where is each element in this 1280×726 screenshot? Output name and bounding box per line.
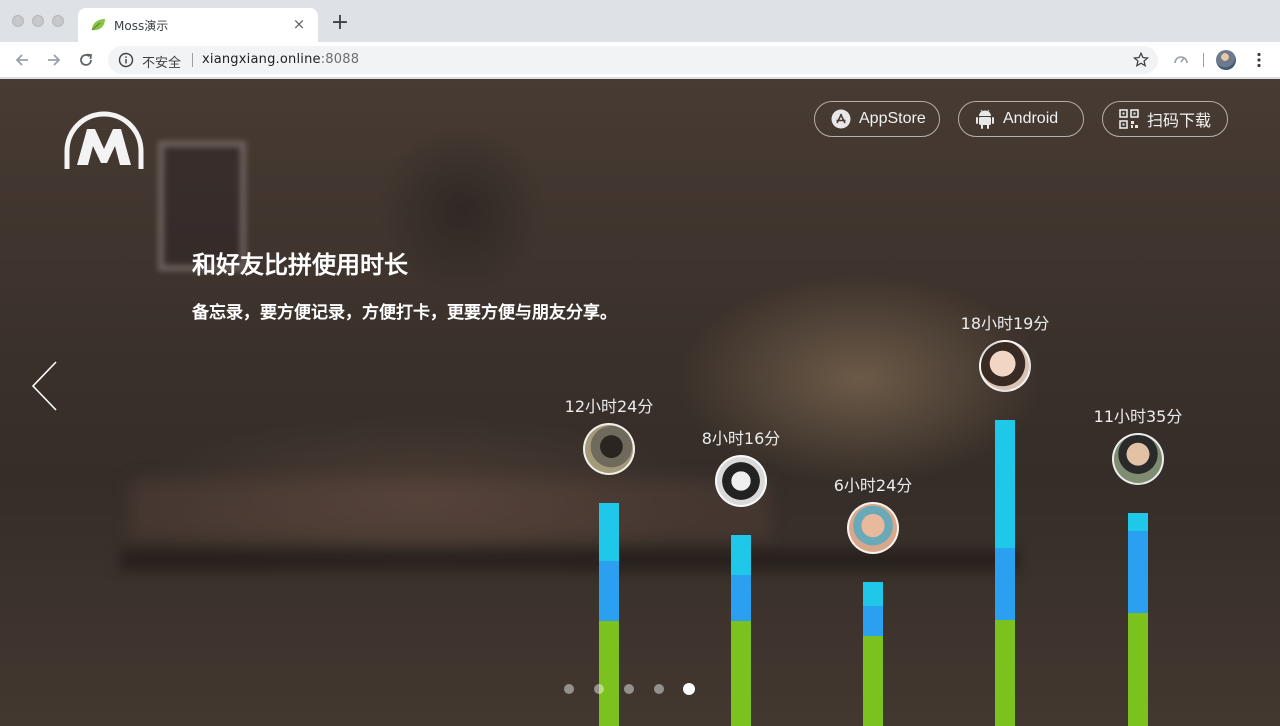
friend-avatar[interactable] <box>715 455 767 507</box>
address-divider <box>192 53 193 67</box>
info-icon[interactable] <box>118 52 134 68</box>
bar-segment <box>731 535 751 575</box>
hero-slide: AppStore Android 扫码下载 和好友比拼使用时长 备忘录，要方便记 <box>0 79 1280 726</box>
bar-segment <box>599 561 619 621</box>
performance-icon[interactable] <box>1172 51 1190 69</box>
bar-segment <box>995 420 1015 548</box>
pagination-dot[interactable] <box>594 684 604 694</box>
url-host: xiangxiang.online <box>202 52 321 67</box>
url-text[interactable]: xiangxiang.online:8088 <box>202 52 359 67</box>
back-icon[interactable] <box>12 50 32 70</box>
bar-segment <box>731 621 751 726</box>
profile-avatar[interactable] <box>1216 50 1236 70</box>
bar-segment <box>863 582 883 606</box>
bar-segment <box>863 606 883 636</box>
toolbar-divider <box>1203 53 1204 67</box>
bar-segment <box>863 636 883 726</box>
tab-title: Moss演示 <box>114 19 169 33</box>
bookmark-star-icon[interactable] <box>1132 51 1150 69</box>
browser-tab[interactable]: Moss演示 × <box>78 8 318 42</box>
usage-duration-label: 8小时16分 <box>701 429 781 448</box>
new-tab-button[interactable]: + <box>330 12 350 34</box>
bar-segment <box>995 620 1015 726</box>
usage-duration-label: 11小时35分 <box>1093 407 1183 426</box>
pagination-dot[interactable] <box>683 683 695 695</box>
address-bar[interactable]: 不安全 xiangxiang.online:8088 <box>108 46 1158 74</box>
bar-segment <box>1128 613 1148 726</box>
pagination-dot[interactable] <box>624 684 634 694</box>
bar-segment <box>599 621 619 726</box>
usage-duration-label: 18小时19分 <box>960 314 1050 333</box>
minimize-window-button[interactable] <box>32 15 44 27</box>
friend-avatar[interactable] <box>1112 433 1164 485</box>
pagination-dot[interactable] <box>654 684 664 694</box>
bar-segment <box>995 548 1015 620</box>
usage-duration-label: 12小时24分 <box>564 397 654 416</box>
leaf-icon <box>91 19 105 31</box>
slide-pagination <box>564 683 704 695</box>
pagination-dot[interactable] <box>564 684 574 694</box>
bar-segment <box>731 575 751 621</box>
forward-icon[interactable] <box>44 50 64 70</box>
bar-segment <box>599 503 619 561</box>
browser-toolbar: 不安全 xiangxiang.online:8088 <box>0 42 1280 78</box>
bar-segment <box>1128 513 1148 531</box>
reload-icon[interactable] <box>76 50 96 70</box>
close-window-button[interactable] <box>12 15 24 27</box>
browser-titlebar: Moss演示 × + <box>0 0 1280 42</box>
friend-avatar[interactable] <box>979 340 1031 392</box>
friend-avatar[interactable] <box>847 502 899 554</box>
zoom-window-button[interactable] <box>52 15 64 27</box>
menu-dots-icon[interactable] <box>1250 51 1268 69</box>
usage-duration-label: 6小时24分 <box>833 476 913 495</box>
friend-avatar[interactable] <box>583 423 635 475</box>
usage-bar-chart: 12小时24分 8小时16分 6小时24分 18小时19分 11小时35分 <box>0 79 1280 726</box>
url-port: :8088 <box>320 52 360 67</box>
bar-segment <box>1128 531 1148 613</box>
tab-close-button[interactable]: × <box>290 15 308 33</box>
security-status[interactable]: 不安全 <box>142 52 181 71</box>
